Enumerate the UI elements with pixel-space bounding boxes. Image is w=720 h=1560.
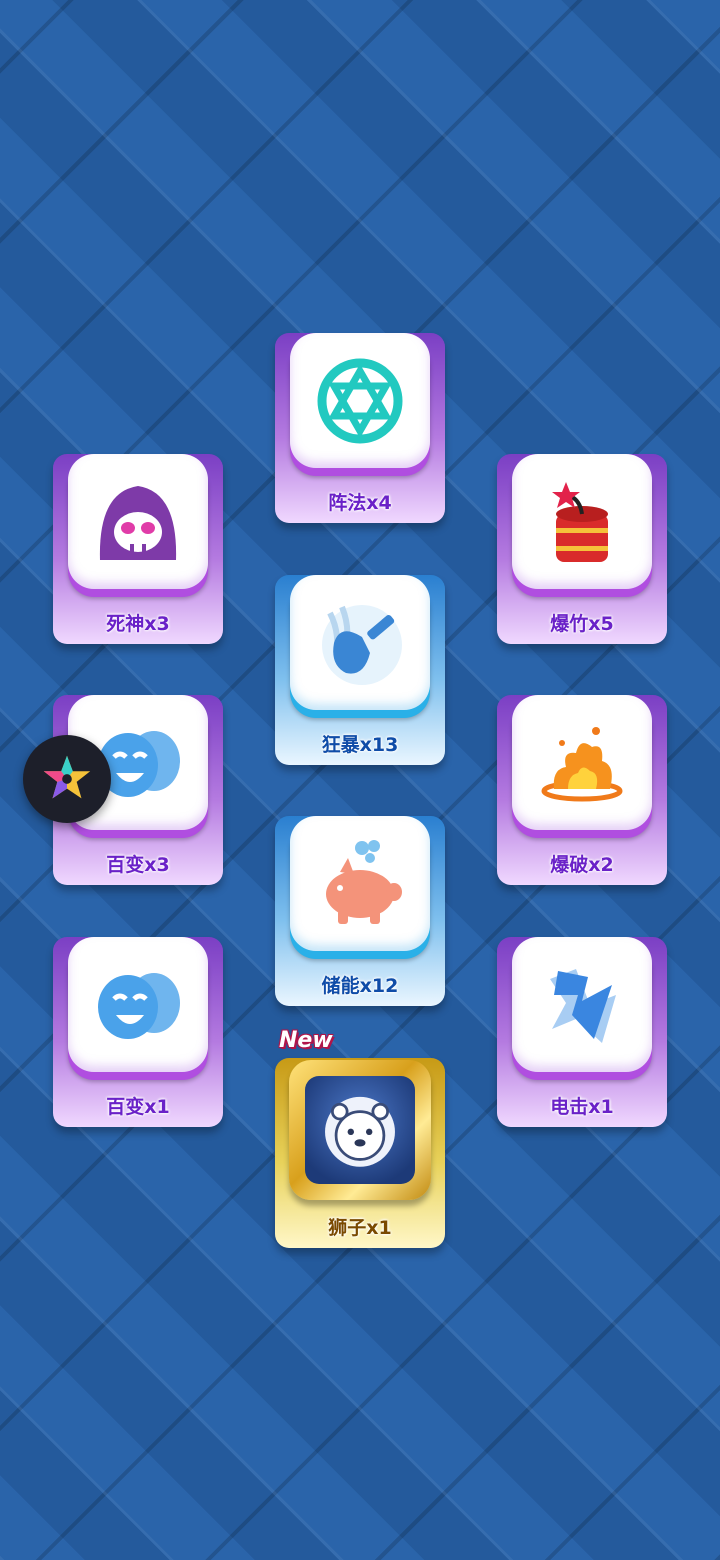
explosion-icon — [541, 726, 623, 801]
item-label: 储能x12 — [321, 975, 399, 997]
item-tile — [512, 937, 652, 1072]
item-tile — [512, 454, 652, 589]
item-label: 百变x3 — [106, 854, 170, 876]
item-label: 电击x1 — [550, 1096, 614, 1118]
new-badge: New — [279, 1028, 333, 1053]
piggy-bank-icon — [326, 839, 402, 924]
hammer-swirl-icon — [322, 604, 402, 685]
item-card-kuangbao[interactable]: 狂暴x13 — [275, 575, 445, 765]
item-label: 爆破x2 — [550, 854, 614, 876]
masks-icon — [98, 972, 180, 1039]
item-card-shizi[interactable]: New 狮子x1 — [275, 1028, 445, 1248]
reaper-skull-icon — [99, 485, 177, 560]
item-label: 死神x3 — [106, 613, 170, 635]
hexagram-circle-icon — [317, 358, 403, 443]
firecracker-icon — [552, 481, 608, 562]
item-label: 阵法x4 — [328, 492, 392, 514]
item-label: 狂暴x13 — [321, 734, 399, 756]
item-tile — [68, 937, 208, 1072]
item-card-baozhu[interactable]: 爆竹x5 — [497, 454, 667, 644]
item-card-baopo[interactable]: 爆破x2 — [497, 695, 667, 885]
item-tile — [290, 816, 430, 951]
item-tile — [290, 575, 430, 710]
gold-frame — [289, 1060, 431, 1200]
lightning-icon — [550, 968, 616, 1043]
star-app-icon — [43, 755, 91, 799]
item-label: 百变x1 — [106, 1096, 170, 1118]
item-card-baibian-1[interactable]: 百变x1 — [53, 937, 223, 1127]
item-label: 狮子x1 — [328, 1217, 392, 1239]
item-label: 爆竹x5 — [550, 613, 614, 635]
item-card-dianji[interactable]: 电击x1 — [497, 937, 667, 1127]
floating-star-button[interactable] — [23, 735, 111, 823]
item-tile — [305, 1076, 415, 1184]
item-card-sishen[interactable]: 死神x3 — [53, 454, 223, 644]
item-tile — [290, 333, 430, 468]
item-card-chuneng[interactable]: 储能x12 — [275, 816, 445, 1006]
item-tile — [68, 454, 208, 589]
item-card-zhenfa[interactable]: 阵法x4 — [275, 333, 445, 523]
item-tile — [512, 695, 652, 830]
lion-icon — [325, 1096, 395, 1167]
